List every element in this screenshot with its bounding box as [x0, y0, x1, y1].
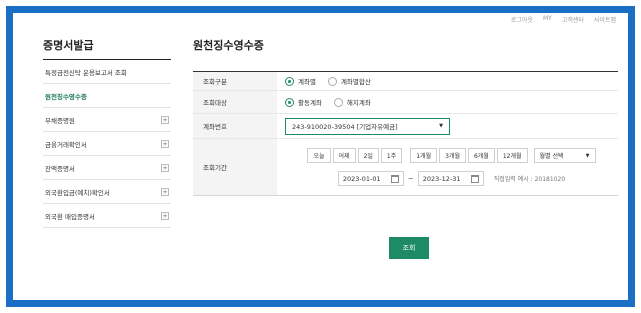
plus-icon[interactable]: +	[161, 164, 169, 172]
period-1month-button[interactable]: 1개월	[410, 148, 438, 163]
sidebar-item-label: 외국환입금(예치)확인서	[45, 188, 110, 197]
search-form: 조회구분 계좌별 계좌별합산 조회대상 활동계좌 해지계좌 계좌번호 243-9…	[193, 71, 618, 196]
period-label: 조회기간	[193, 139, 277, 195]
caret-down-icon: ▼	[439, 123, 443, 129]
form-row-period: 조회기간 오늘 어제 2일 1주 1개월 3개월 6개월 12개월 월별 선택	[193, 139, 618, 195]
account-select[interactable]: 243-910020-39504 [기업자유예금] ▼	[285, 117, 450, 135]
sidebar-item-fx-purchase-certificate[interactable]: 외국환 매입증명서 +	[43, 204, 171, 228]
sidebar-item-label: 특정금전신탁 운용보고서 조회	[45, 68, 127, 77]
month-select-value: 월별 선택	[539, 153, 564, 160]
radio-closed-account[interactable]: 해지계좌	[333, 97, 371, 107]
end-date-input[interactable]: 2023-12-31	[417, 171, 484, 186]
calendar-icon[interactable]	[470, 174, 479, 183]
radio-unchecked-icon	[327, 76, 337, 86]
start-date-value: 2023-01-01	[342, 174, 381, 183]
calendar-icon[interactable]	[390, 174, 399, 183]
period-1week-button[interactable]: 1주	[380, 148, 403, 163]
account-select-value: 243-910020-39504 [기업자유예금]	[292, 123, 398, 131]
period-2days-button[interactable]: 2일	[357, 148, 379, 163]
sidebar-item-balance-certificate[interactable]: 잔액증명서 +	[43, 156, 171, 180]
sidebar-item-fx-deposit-confirmation[interactable]: 외국환입금(예치)확인서 +	[43, 180, 171, 204]
radio-checked-icon	[285, 97, 294, 107]
sidebar-item-label: 잔액증명서	[45, 164, 75, 173]
period-3month-button[interactable]: 3개월	[439, 148, 466, 163]
type-label: 조회구분	[193, 72, 277, 90]
period-6month-button[interactable]: 6개월	[467, 148, 495, 163]
radio-label: 활동계좌	[298, 99, 322, 107]
start-date-input[interactable]: 2023-01-01	[337, 171, 404, 186]
radio-unchecked-icon	[333, 97, 343, 107]
radio-active-account[interactable]: 활동계좌	[285, 97, 322, 107]
range-separator: ~	[407, 174, 414, 183]
form-row-type: 조회구분 계좌별 계좌별합산	[193, 72, 618, 91]
page-title: 원천징수영수증	[193, 39, 264, 52]
radio-account-total[interactable]: 계좌별합산	[327, 76, 371, 86]
target-label: 조회대상	[193, 91, 277, 113]
plus-icon[interactable]: +	[161, 140, 169, 148]
sidebar-item-trust-report[interactable]: 특정금전신탁 운용보고서 조회	[43, 60, 171, 84]
date-format-hint: 직접입력 예시 : 20181020	[493, 176, 566, 183]
radio-label: 해지계좌	[346, 99, 371, 107]
sidebar-item-label: 외국환 매입증명서	[45, 212, 95, 221]
sidebar-title: 증명서발급	[43, 23, 171, 60]
sidebar-item-transaction-confirmation[interactable]: 금융거래확인서 +	[43, 132, 171, 156]
search-button[interactable]: 조회	[389, 237, 429, 259]
form-row-account: 계좌번호 243-910020-39504 [기업자유예금] ▼	[193, 114, 618, 139]
period-today-button[interactable]: 오늘	[307, 148, 331, 163]
plus-icon[interactable]: +	[161, 212, 169, 220]
radio-label: 계좌별	[298, 78, 316, 86]
sidebar-item-debt-certificate[interactable]: 부채증명원 +	[43, 108, 171, 132]
period-12month-button[interactable]: 12개월	[496, 148, 528, 163]
form-row-target: 조회대상 활동계좌 해지계좌	[193, 91, 618, 114]
window-frame: 로그아웃 MY 고객센터 사이트맵 증명서발급 특정금전신탁 운용보고서 조회 …	[6, 6, 635, 307]
date-range: 2023-01-01 ~ 2023-12-31 직접입력 예시 : 201810…	[337, 171, 566, 186]
main-content: 원천징수영수증 조회구분 계좌별 계좌별합산 조회대상 활동계좌 해지계좌 계좌…	[193, 23, 618, 259]
account-label: 계좌번호	[193, 114, 277, 138]
sidebar-item-label: 원천징수영수증	[45, 92, 87, 101]
end-date-value: 2023-12-31	[422, 174, 461, 183]
sidebar-item-label: 부채증명원	[45, 116, 75, 125]
sidebar-item-withholding-receipt[interactable]: 원천징수영수증	[43, 84, 171, 108]
sidebar-item-label: 금융거래확인서	[45, 140, 87, 149]
caret-down-icon: ▼	[585, 152, 590, 159]
sidebar: 증명서발급 특정금전신탁 운용보고서 조회 원천징수영수증 부채증명원 + 금융…	[43, 23, 171, 228]
month-select[interactable]: 월별 선택 ▼	[533, 148, 596, 163]
radio-checked-icon	[285, 76, 294, 86]
plus-icon[interactable]: +	[161, 188, 169, 196]
radio-label: 계좌별합산	[340, 78, 371, 86]
period-yesterday-button[interactable]: 어제	[332, 148, 356, 163]
plus-icon[interactable]: +	[161, 116, 169, 124]
period-buttons: 오늘 어제 2일 1주 1개월 3개월 6개월 12개월 월별 선택 ▼	[307, 148, 596, 163]
radio-by-account[interactable]: 계좌별	[285, 76, 316, 86]
